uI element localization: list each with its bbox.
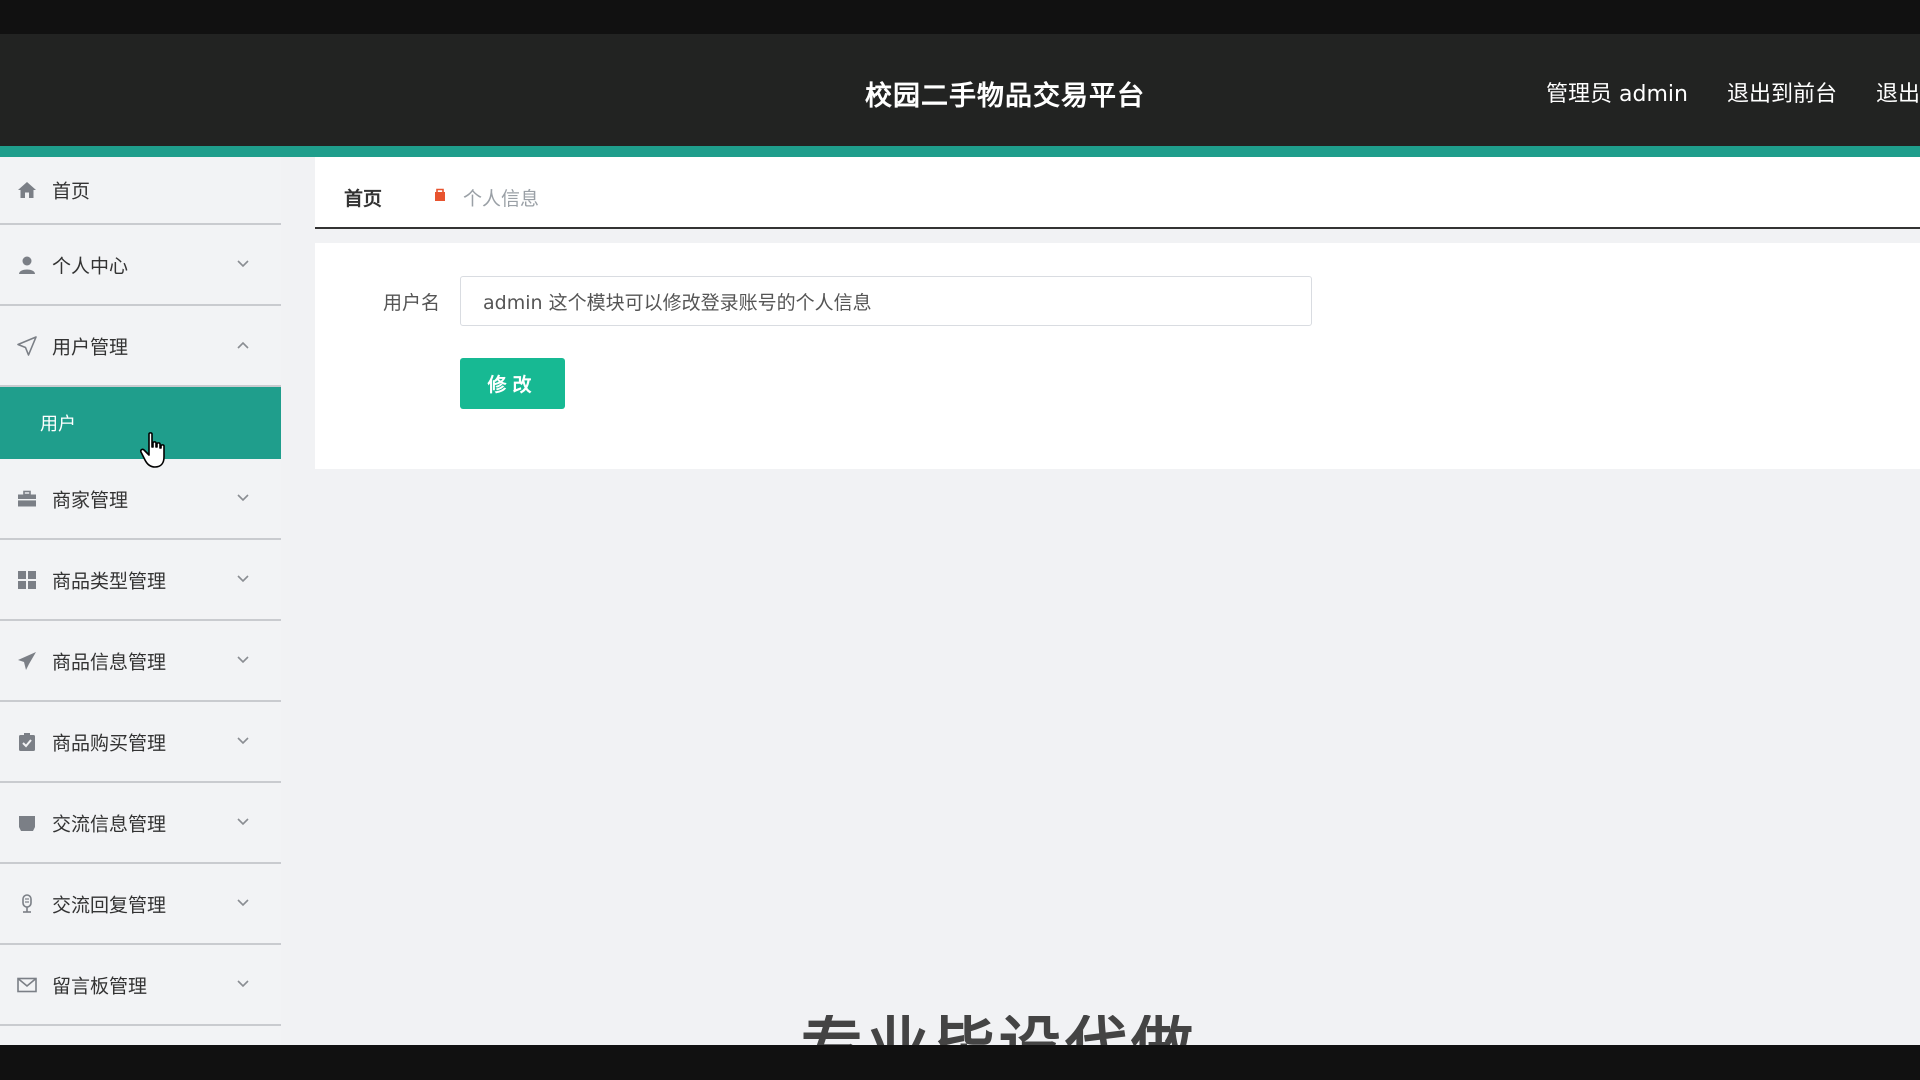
sidebar-subitem-label: 用户: [40, 414, 76, 435]
briefcase-icon: [16, 488, 38, 510]
top-letterbox: [0, 0, 1920, 34]
logout-link[interactable]: 退出登录: [1876, 82, 1920, 107]
chevron-down-icon: [236, 491, 250, 507]
sidebar-item-product-info-management[interactable]: 商品信息管理: [0, 621, 281, 702]
sidebar-item-label: 个人中心: [52, 255, 129, 277]
breadcrumb: 首页 个人信息: [315, 157, 1920, 229]
sidebar-item-label: 商家管理: [52, 489, 129, 511]
watermark-text: 专业毕设代做: [801, 1015, 1401, 1045]
chevron-down-icon: [236, 896, 250, 912]
sidebar-item-user-management[interactable]: 用户管理: [0, 306, 281, 387]
sidebar-item-label: 留言板管理: [52, 975, 148, 997]
mail-icon: [16, 974, 38, 996]
header-links: 管理员 admin 退出到前台 退出登录: [1546, 76, 1920, 108]
bottom-letterbox: [0, 1045, 1920, 1080]
sidebar-item-purchase-management[interactable]: 商品购买管理: [0, 702, 281, 783]
chevron-down-icon: [236, 815, 250, 831]
sidebar-item-label: 交流信息管理: [52, 813, 167, 835]
paper-plane-icon: [16, 650, 38, 672]
sidebar: 首页 个人中心 用户管理 用户 商家管理 商品类型管理 商品信息管理 商品购买管…: [0, 157, 281, 1045]
sidebar-item-reply-management[interactable]: 交流回复管理: [0, 864, 281, 945]
chevron-down-icon: [236, 257, 250, 273]
sidebar-item-personal-center[interactable]: 个人中心: [0, 225, 281, 306]
main-content: 首页 个人信息 用户名 修改 专业毕设代做: [281, 157, 1920, 1045]
admin-user-link[interactable]: 管理员 admin: [1546, 82, 1688, 107]
sidebar-item-label: 首页: [52, 180, 91, 203]
username-input[interactable]: [460, 276, 1312, 326]
chevron-down-icon: [236, 977, 250, 993]
chevron-up-icon: [236, 338, 250, 354]
microphone-icon: [16, 893, 38, 915]
watermark-label: 专业毕设代做: [801, 1015, 1401, 1045]
breadcrumb-separator-icon: [433, 187, 447, 201]
inbox-icon: [16, 812, 38, 834]
app-header: 校园二手物品交易平台 管理员 admin 退出到前台 退出登录: [0, 34, 1920, 146]
hand-cursor-icon: [139, 432, 170, 472]
clipboard-check-icon: [16, 731, 38, 753]
chevron-down-icon: [236, 734, 250, 750]
chevron-down-icon: [236, 572, 250, 588]
sidebar-item-exchange-info-management[interactable]: 交流信息管理: [0, 783, 281, 864]
sidebar-item-label: 商品信息管理: [52, 651, 167, 673]
profile-form: 用户名 修改: [315, 243, 1920, 469]
sidebar-item-category-management[interactable]: 商品类型管理: [0, 540, 281, 621]
grid-icon: [16, 569, 38, 591]
username-label: 用户名: [383, 292, 441, 314]
sidebar-item-label: 用户管理: [52, 336, 129, 358]
modify-button[interactable]: 修改: [460, 358, 565, 409]
sidebar-item-label: 交流回复管理: [52, 894, 167, 916]
user-icon: [16, 254, 38, 276]
breadcrumb-current: 个人信息: [463, 188, 540, 210]
send-icon: [16, 335, 38, 357]
sidebar-item-label: 商品类型管理: [52, 570, 167, 592]
home-icon: [16, 179, 38, 201]
sidebar-item-message-board-management[interactable]: 留言板管理: [0, 945, 281, 1026]
sidebar-item-home[interactable]: 首页: [0, 157, 281, 225]
header-accent-bar: [0, 146, 1920, 157]
chevron-down-icon: [236, 653, 250, 669]
breadcrumb-home-link[interactable]: 首页: [344, 184, 382, 211]
back-to-frontend-link[interactable]: 退出到前台: [1727, 82, 1837, 107]
sidebar-item-label: 商品购买管理: [52, 732, 167, 754]
